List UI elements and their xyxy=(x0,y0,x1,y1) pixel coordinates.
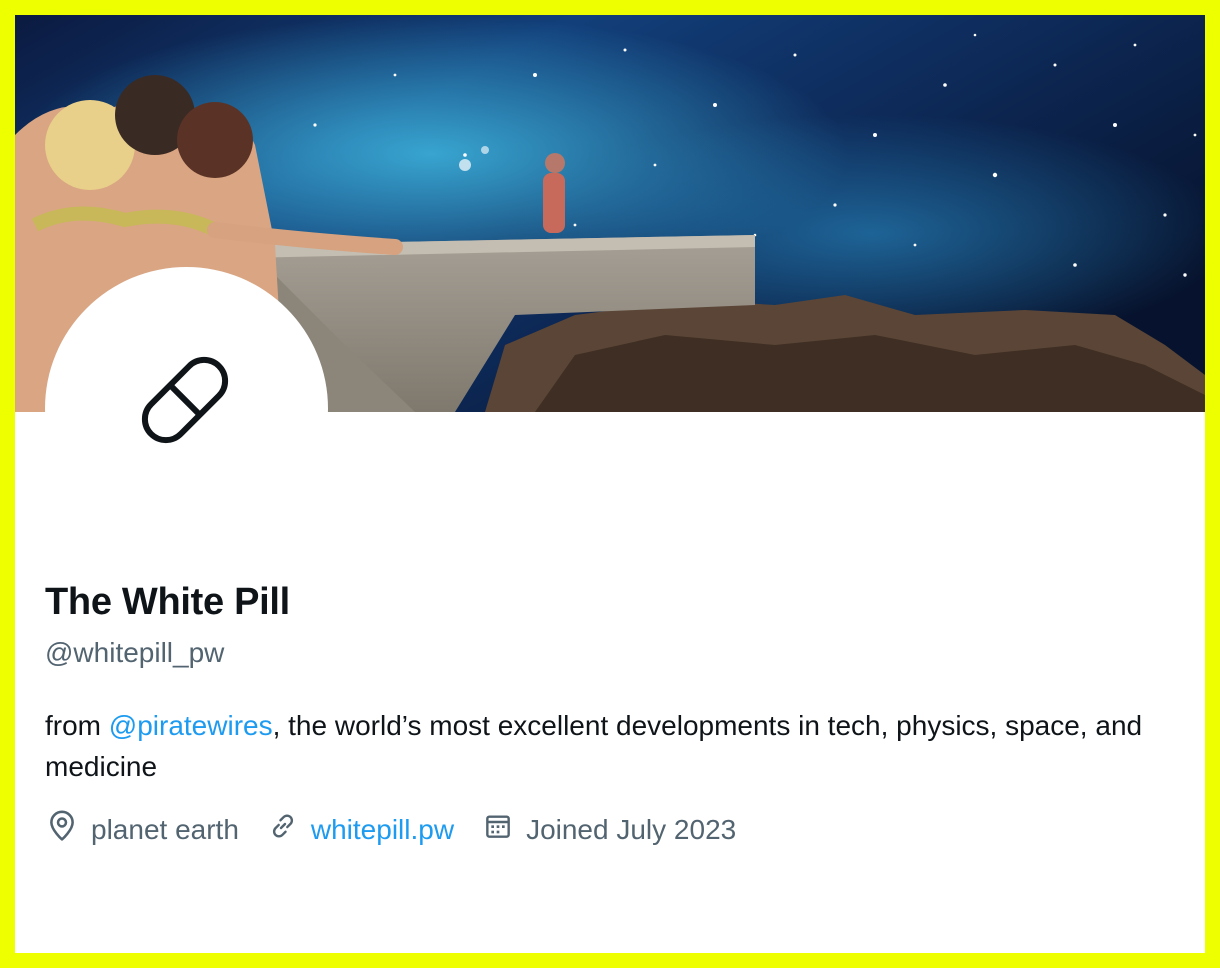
website-item[interactable]: whitepill.pw xyxy=(267,810,454,849)
avatar[interactable] xyxy=(45,267,328,550)
location-text: planet earth xyxy=(91,813,239,845)
profile-display-name: The White Pill xyxy=(45,581,290,623)
profile-card: The White Pill @whitepill_pw from @pirat… xyxy=(15,15,1205,953)
bio-mention-link[interactable]: @piratewires xyxy=(109,710,273,741)
joined-item: Joined July 2023 xyxy=(482,810,736,849)
joined-text: Joined July 2023 xyxy=(526,813,737,845)
location-pin-icon xyxy=(45,809,91,850)
link-icon xyxy=(267,810,311,849)
calendar-icon xyxy=(482,810,526,849)
pill-icon xyxy=(133,356,240,460)
profile-handle: @whitepill_pw xyxy=(45,637,225,668)
profile-meta: planet earth whitepill.pw Joined July 20… xyxy=(45,809,764,850)
location-item: planet earth xyxy=(45,809,239,850)
profile-bio: from @piratewires, the world’s most exce… xyxy=(45,705,1165,787)
bio-prefix: from xyxy=(45,710,109,741)
website-link[interactable]: whitepill.pw xyxy=(311,814,454,846)
